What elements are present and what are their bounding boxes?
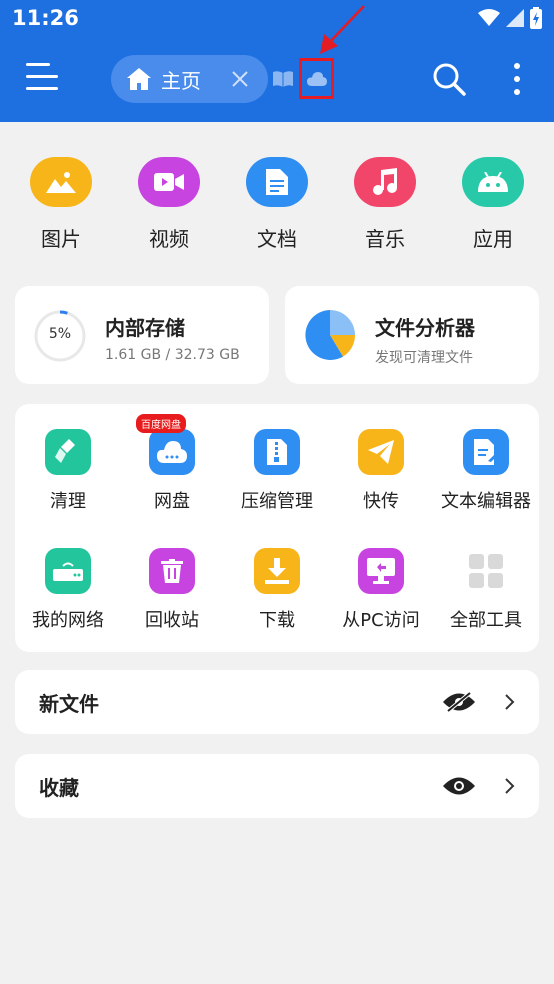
tool-label: 文本编辑器 [441, 491, 531, 512]
favorites-row[interactable]: 收藏 [15, 754, 539, 818]
pie-chart-icon [305, 310, 355, 360]
category-documents[interactable]: 文档 [227, 157, 327, 252]
tool-label: 网盘 [154, 491, 190, 512]
broom-icon [45, 429, 91, 475]
category-label: 图片 [41, 227, 81, 251]
tool-clean[interactable]: 清理 [16, 429, 120, 513]
storage-title: 内部存储 [105, 316, 185, 340]
new-files-title: 新文件 [39, 691, 99, 716]
book-icon[interactable] [273, 71, 293, 87]
internal-storage-card[interactable]: 5% 内部存储 1.61 GB / 32.73 GB [15, 286, 269, 384]
image-icon [30, 157, 92, 207]
tab-home-label: 主页 [161, 68, 201, 93]
eye-icon[interactable] [443, 775, 475, 797]
tool-label: 全部工具 [450, 610, 522, 631]
category-label: 应用 [473, 227, 513, 251]
more-options-icon[interactable] [508, 62, 526, 96]
baidu-netdisk-badge: 百度网盘 [136, 414, 186, 433]
analyzer-title: 文件分析器 [375, 316, 475, 340]
close-icon[interactable] [228, 67, 252, 91]
tool-zip[interactable]: 压缩管理 [225, 429, 329, 513]
tool-label: 压缩管理 [241, 491, 313, 512]
search-icon[interactable] [432, 62, 466, 96]
trash-icon [149, 548, 195, 594]
download-icon [254, 548, 300, 594]
chevron-right-icon[interactable] [505, 694, 515, 710]
tool-all-tools[interactable]: 全部工具 [434, 548, 538, 632]
favorites-title: 收藏 [39, 775, 79, 800]
menu-button[interactable] [26, 63, 60, 93]
document-icon [246, 157, 308, 207]
annotation-arrow-icon [320, 5, 365, 54]
tool-label: 清理 [50, 491, 86, 512]
tool-text-editor[interactable]: 文本编辑器 [434, 429, 538, 513]
file-analyzer-card[interactable]: 文件分析器 发现可清理文件 [285, 286, 539, 384]
category-label: 视频 [149, 227, 189, 251]
battery-icon [530, 7, 542, 29]
storage-usage: 1.61 GB / 32.73 GB [105, 347, 240, 363]
analyzer-subtitle: 发现可清理文件 [375, 350, 473, 366]
tool-recycle-bin[interactable]: 回收站 [120, 548, 224, 632]
app-header: 11:26 主页 [0, 0, 554, 122]
music-icon [354, 157, 416, 207]
category-music[interactable]: 音乐 [335, 157, 435, 252]
category-videos[interactable]: 视频 [119, 157, 219, 252]
wifi-icon [478, 9, 500, 26]
home-icon [127, 68, 151, 90]
category-label: 音乐 [365, 227, 405, 251]
tool-pc-access[interactable]: 从PC访问 [329, 548, 433, 632]
category-label: 文档 [257, 227, 297, 251]
tool-label: 回收站 [145, 610, 199, 631]
category-images[interactable]: 图片 [11, 157, 111, 252]
zip-icon [254, 429, 300, 475]
grid-icon [463, 548, 509, 594]
tool-label: 从PC访问 [342, 610, 420, 631]
tool-label: 我的网络 [32, 610, 104, 631]
android-icon [462, 157, 524, 207]
storage-percent: 5% [48, 326, 72, 342]
send-icon [358, 429, 404, 475]
cloud-disk-icon [149, 429, 195, 475]
video-icon [138, 157, 200, 207]
category-apps[interactable]: 应用 [443, 157, 543, 252]
status-icons [478, 6, 542, 30]
signal-icon [506, 9, 524, 27]
tool-label: 快传 [363, 491, 399, 512]
tool-quick-send[interactable]: 快传 [329, 429, 433, 513]
cloud-icon [306, 71, 327, 86]
chevron-right-icon[interactable] [505, 778, 515, 794]
eye-off-icon[interactable] [443, 691, 475, 713]
cloud-tab-highlighted[interactable] [299, 58, 334, 99]
router-icon [45, 548, 91, 594]
status-time: 11:26 [12, 6, 79, 30]
tool-download[interactable]: 下载 [225, 548, 329, 632]
edit-icon [463, 429, 509, 475]
tab-home[interactable]: 主页 [111, 55, 268, 103]
tool-my-network[interactable]: 我的网络 [16, 548, 120, 632]
pc-icon [358, 548, 404, 594]
tool-label: 下载 [259, 610, 295, 631]
tool-cloud-disk[interactable]: 网盘 [120, 429, 224, 513]
new-files-row[interactable]: 新文件 [15, 670, 539, 734]
